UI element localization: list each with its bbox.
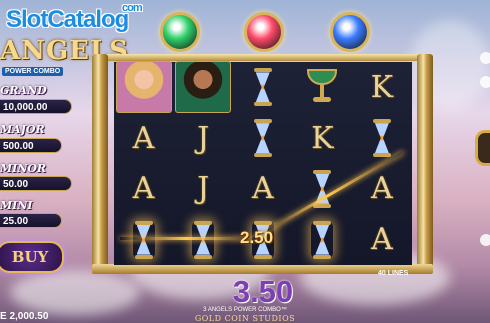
game-logo: ANGELS POWER COMBO	[0, 36, 128, 80]
balance-readout: E 2,000.50	[0, 311, 49, 322]
letter-symbol: A	[132, 171, 155, 207]
game-name: 3 ANGELS POWER COMBO™	[203, 307, 287, 313]
reel-cell	[293, 214, 352, 265]
menu-icon[interactable]	[480, 76, 490, 88]
reel-cell	[114, 61, 173, 114]
reel-cell: K	[293, 113, 352, 164]
spin-button[interactable]	[475, 130, 490, 166]
hourglass-symbol-icon	[371, 119, 393, 158]
reel-cell	[174, 61, 233, 114]
menu-icon[interactable]	[480, 52, 490, 64]
chalice-symbol-icon	[307, 69, 338, 105]
reel-cell	[352, 113, 411, 164]
logo-subtitle: POWER COMBO	[2, 67, 64, 76]
jackpot-major-value: 500.00	[0, 138, 62, 153]
letter-symbol: K	[370, 69, 394, 105]
frame-right-pillar	[417, 54, 433, 274]
jackpot-minor-label: MINOR	[0, 162, 47, 175]
blue-gem-icon	[330, 12, 370, 52]
jackpot-major-label: MAJOR	[0, 123, 45, 136]
reel-cell	[293, 62, 352, 113]
buy-bonus-button[interactable]: BUY	[0, 241, 64, 273]
watermark-text: SlotCatalog	[6, 6, 129, 33]
frame-left-pillar	[92, 54, 108, 274]
background-cloud	[10, 270, 140, 315]
jackpot-grand-label: GRAND	[0, 84, 47, 97]
hourglass-symbol-icon	[252, 119, 274, 158]
letter-symbol: A	[132, 120, 155, 156]
frame-top-bar	[92, 54, 433, 61]
reel-cell	[293, 164, 352, 215]
win-line	[120, 237, 252, 240]
reel-cell: J	[174, 113, 233, 164]
reel-cell: A	[114, 164, 173, 215]
jackpot-mini-label: MINI	[0, 199, 33, 212]
letter-symbol: J	[197, 120, 210, 156]
jackpot-grand-value: 10,000.00	[0, 99, 72, 114]
lines-count: 40 LINES	[378, 270, 409, 277]
reel-cell: A	[352, 164, 411, 215]
cell-win-amount: 2.50	[240, 228, 274, 247]
angel-dark-symbol	[175, 61, 232, 114]
reel-cell: K	[352, 62, 411, 113]
letter-symbol: A	[251, 171, 274, 207]
reel-cell	[233, 113, 292, 164]
jackpot-minor-value: 50.00	[0, 176, 72, 191]
studio-name: GOLD COIN STUDIOS	[194, 314, 296, 323]
reel-cell: A	[114, 113, 173, 164]
angel-blonde-symbol	[115, 61, 172, 114]
letter-symbol: K	[311, 120, 334, 156]
reel-cell: J	[174, 164, 233, 215]
watermark: SlotCatalog com	[6, 2, 143, 34]
reel-cell	[233, 62, 292, 113]
letter-symbol: A	[371, 222, 393, 258]
menu-icon[interactable]	[480, 234, 490, 246]
watermark-suffix: com	[122, 2, 143, 14]
green-gem-icon	[160, 12, 200, 52]
jackpot-mini-value: 25.00	[0, 213, 62, 228]
letter-symbol: J	[197, 171, 210, 207]
hourglass-symbol-icon	[311, 220, 333, 259]
reel-cell: A	[233, 164, 292, 215]
letter-symbol: A	[371, 171, 393, 207]
hourglass-symbol-icon	[252, 68, 274, 107]
reel-cell: A	[352, 214, 411, 265]
total-win-amount: 3.50	[232, 274, 294, 309]
red-gem-icon	[244, 12, 284, 52]
